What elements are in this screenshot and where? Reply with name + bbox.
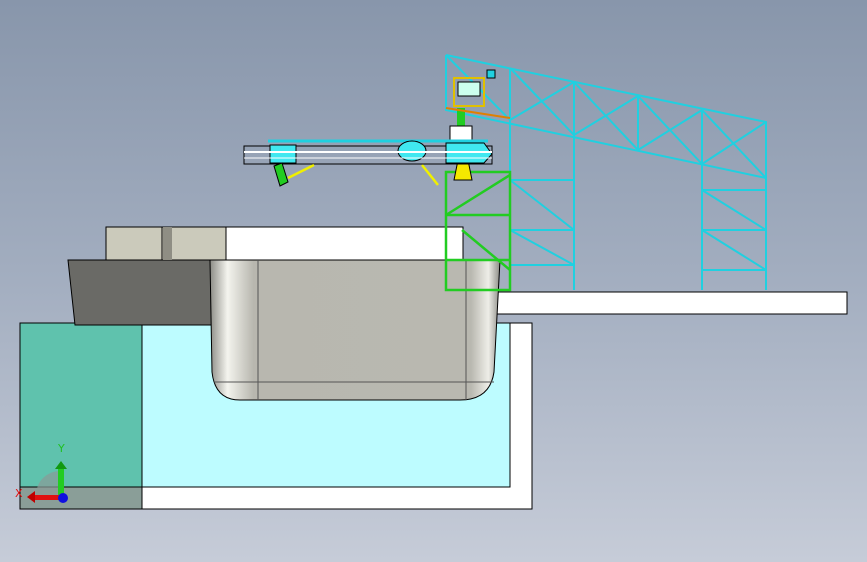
model-scene: Y X (15, 54, 848, 510)
ground-slab (496, 291, 848, 315)
triad-x-label: X (15, 487, 23, 500)
cad-3d-viewport[interactable]: Y X (0, 0, 867, 562)
triad-y-label: Y (57, 442, 65, 455)
